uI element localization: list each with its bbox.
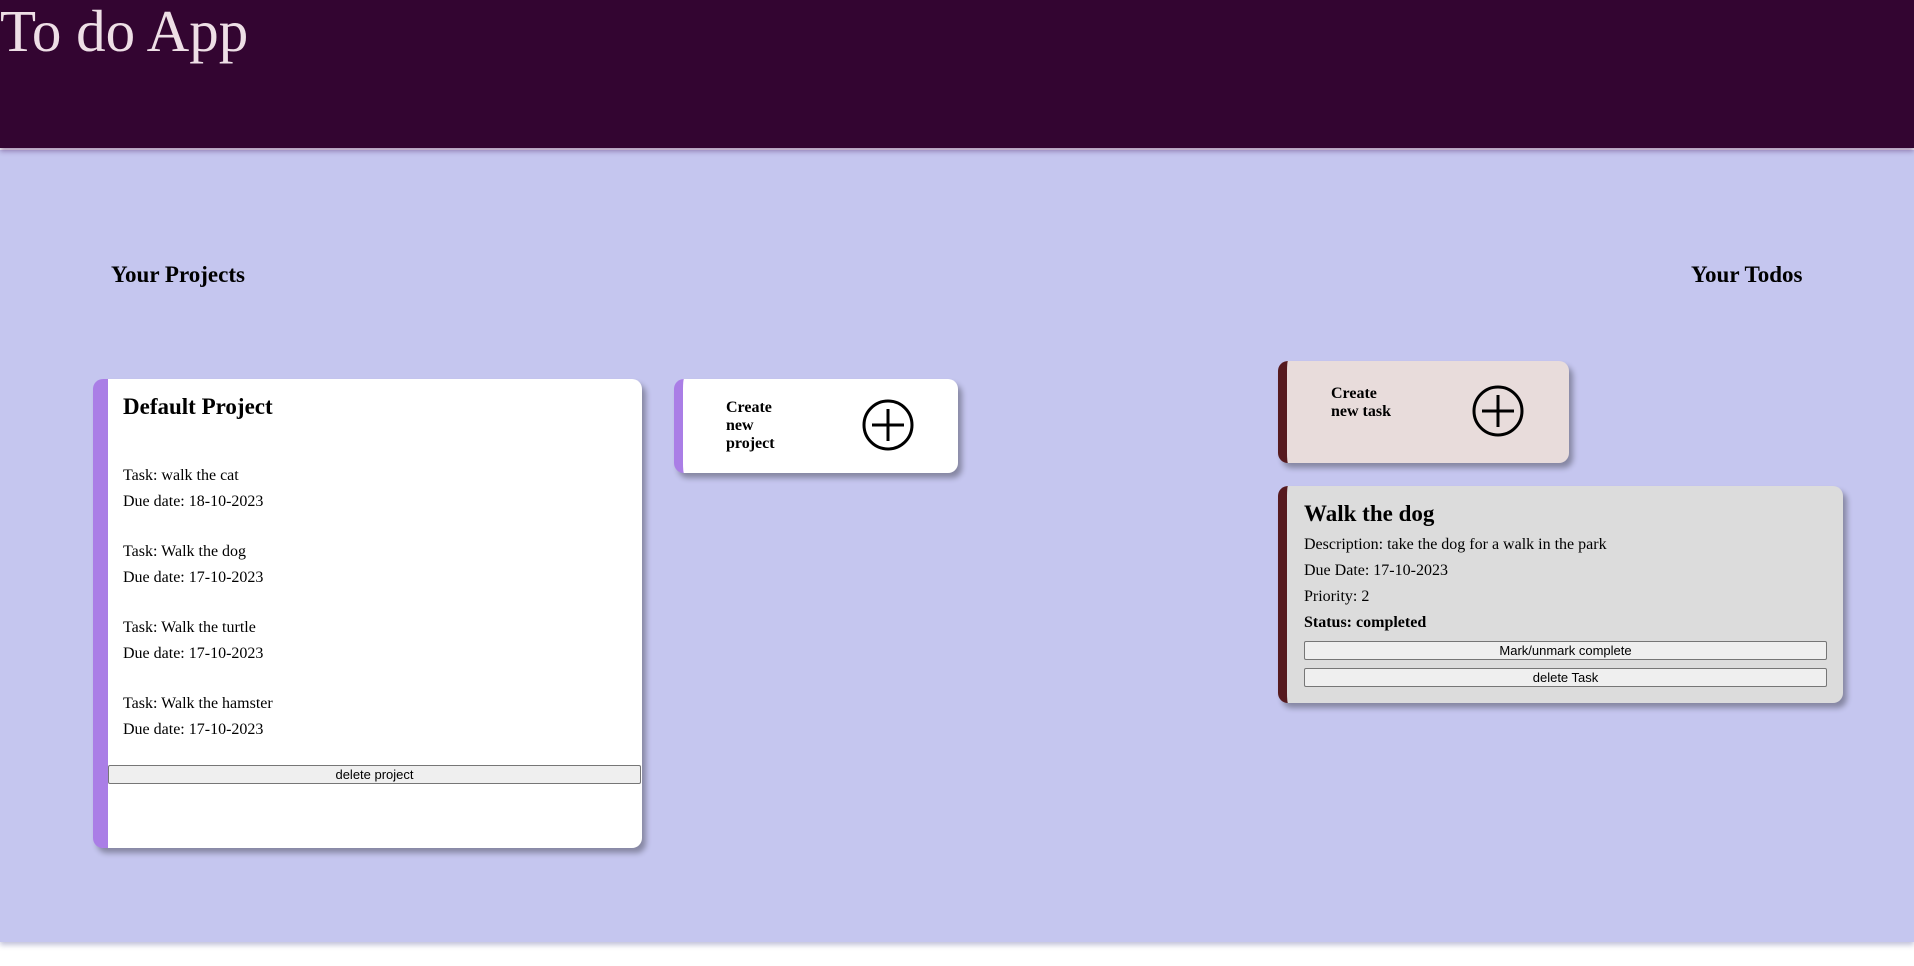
project-task-entry: Task: Walk the hamster Due date: 17-10-2…	[123, 691, 623, 767]
project-task-list: Task: walk the cat Due date: 18-10-2023 …	[123, 463, 623, 767]
project-task-name: Task: walk the cat	[123, 467, 239, 484]
create-task-label: Create new task	[1331, 385, 1392, 420]
create-project-label: Create new project	[726, 399, 775, 452]
project-task-due: Due date: 17-10-2023	[123, 721, 264, 738]
todo-priority: Priority: 2	[1304, 588, 1370, 605]
project-task-name: Task: Walk the turtle	[123, 619, 256, 636]
todo-card[interactable]: Walk the dog Description: take the dog f…	[1278, 486, 1843, 703]
app-header: To do App	[0, 0, 1914, 148]
todo-description: Description: take the dog for a walk in …	[1304, 536, 1607, 553]
project-task-due: Due date: 17-10-2023	[123, 645, 264, 662]
todo-title: Walk the dog	[1304, 501, 1435, 526]
delete-task-button[interactable]: delete Task	[1304, 668, 1827, 687]
todo-due-date: Due Date: 17-10-2023	[1304, 562, 1448, 579]
create-task-button[interactable]: Create new task	[1278, 361, 1569, 463]
project-task-name: Task: Walk the hamster	[123, 695, 273, 712]
main-area: Your Projects Your Todos Default Project…	[0, 150, 1914, 942]
todos-heading: Your Todos	[1691, 262, 1803, 287]
project-task-entry: Task: Walk the dog Due date: 17-10-2023	[123, 539, 623, 615]
plus-circle-icon[interactable]	[1472, 385, 1524, 437]
project-task-due: Due date: 18-10-2023	[123, 493, 264, 510]
project-task-name: Task: Walk the dog	[123, 543, 247, 560]
project-task-entry: Task: Walk the turtle Due date: 17-10-20…	[123, 615, 623, 691]
delete-project-button[interactable]: delete project	[108, 765, 641, 784]
projects-heading: Your Projects	[111, 262, 245, 287]
create-project-button[interactable]: Create new project	[674, 379, 958, 473]
toggle-complete-button[interactable]: Mark/unmark complete	[1304, 641, 1827, 660]
project-task-entry: Task: walk the cat Due date: 18-10-2023	[123, 463, 623, 539]
project-card[interactable]: Default Project Task: walk the cat Due d…	[93, 379, 642, 848]
app-title: To do App	[0, 0, 249, 64]
plus-circle-icon[interactable]	[862, 399, 914, 451]
todo-status: Status: completed	[1304, 614, 1427, 631]
project-task-due: Due date: 17-10-2023	[123, 569, 264, 586]
project-name: Default Project	[123, 394, 273, 419]
